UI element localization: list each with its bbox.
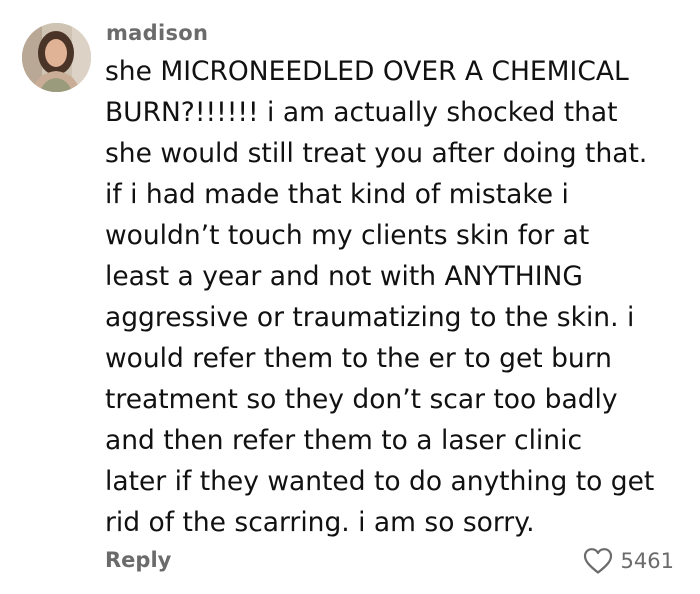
comment-line: aggressive or traumatizing to the skin. … [105,302,635,333]
comment-line: least a year and not with ANYTHING [105,261,583,292]
comment-line: later if they wanted to do anything to g… [105,466,655,497]
comment-line: she would still treat you after doing th… [105,138,648,169]
reply-button[interactable]: Reply [105,548,171,572]
like-control: 5461 [583,547,674,575]
comment-text: she MICRONEEDLED OVER A CHEMICAL BURN?!!… [105,51,695,543]
comment-line: rid of the scarring. i am so sorry. [105,507,535,538]
comment-line: BURN?!!!!!! i am actually shocked that [105,97,618,128]
comment-line: wouldn’t touch my clients skin for at [105,220,590,251]
comment-line: and then refer them to a laser clinic [105,425,583,456]
comment-line: would refer them to the er to get burn [105,343,612,374]
comment-author[interactable]: madison [106,21,208,45]
avatar[interactable] [22,23,91,92]
comment-line: if i had made that kind of mistake i [105,179,569,210]
like-count: 5461 [620,549,674,573]
avatar-photo [22,23,91,92]
heart-outline-icon[interactable] [583,547,613,575]
comment-line: treatment so they don’t scar too badly [105,384,618,415]
comment-line: she MICRONEEDLED OVER A CHEMICAL [105,56,629,87]
